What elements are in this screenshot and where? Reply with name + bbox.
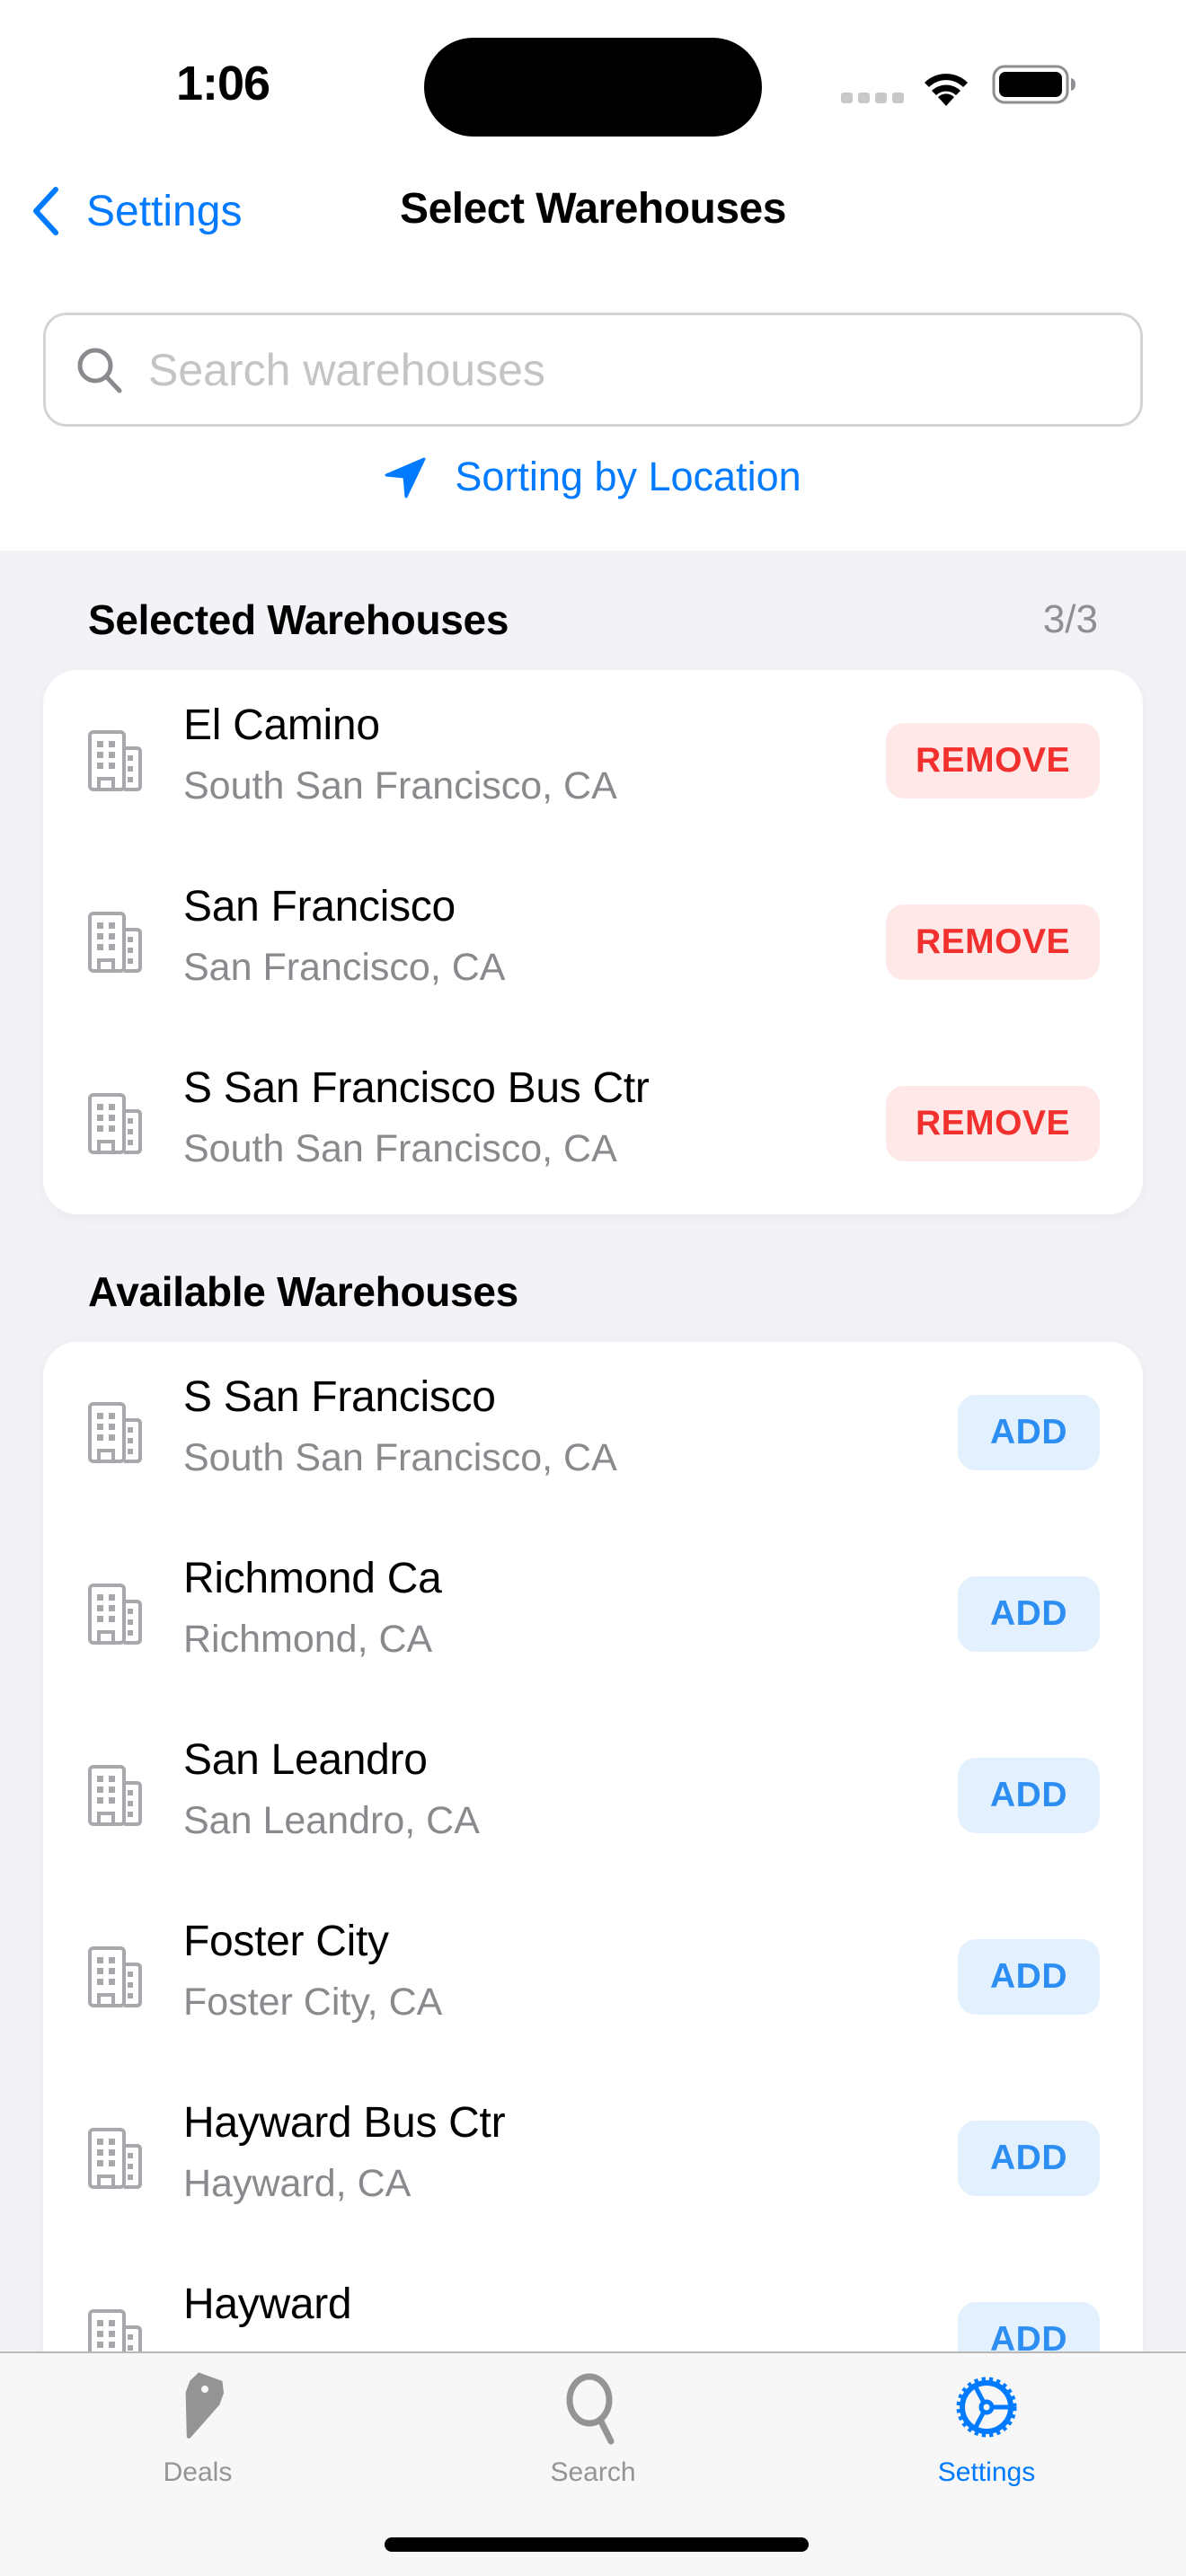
- remove-button[interactable]: REMOVE: [886, 723, 1100, 798]
- tab-label: Deals: [163, 2457, 233, 2487]
- search-field[interactable]: [43, 313, 1143, 427]
- add-button[interactable]: ADD: [958, 2302, 1100, 2351]
- gear-icon: [956, 2377, 1017, 2438]
- warehouse-name: Hayward: [183, 2280, 352, 2328]
- tab-deals[interactable]: Deals: [99, 2369, 296, 2488]
- remove-button[interactable]: REMOVE: [886, 904, 1100, 980]
- tab-search[interactable]: Search: [494, 2369, 692, 2488]
- home-indicator: [385, 2537, 809, 2552]
- warehouse-location: San Leandro, CA: [183, 1799, 480, 1842]
- available-warehouse-row: Foster City Foster City, CA ADD: [43, 1886, 1143, 2068]
- remove-button[interactable]: REMOVE: [886, 1086, 1100, 1161]
- warehouse-location: South San Francisco, CA: [183, 1436, 617, 1479]
- tab-label: Search: [550, 2457, 636, 2487]
- tab-label: Settings: [937, 2457, 1036, 2487]
- building-icon: [88, 730, 142, 791]
- add-button[interactable]: ADD: [958, 1576, 1100, 1652]
- search-icon: [77, 348, 122, 393]
- wifi-icon: [925, 74, 968, 106]
- add-button[interactable]: ADD: [958, 1395, 1100, 1470]
- warehouse-location: South San Francisco, CA: [183, 764, 617, 807]
- battery-icon: [992, 65, 1075, 104]
- selected-count: 3/3: [1042, 597, 1098, 641]
- warehouse-name: S San Francisco Bus Ctr: [183, 1064, 650, 1112]
- building-icon: [88, 1946, 142, 2007]
- warehouse-name: San Leandro: [183, 1736, 428, 1784]
- sort-label: Sorting by Location: [455, 454, 801, 499]
- warehouse-location: South San Francisco, CA: [183, 1127, 617, 1170]
- available-warehouse-row: Hayward ADD: [43, 2249, 1143, 2351]
- warehouse-location: San Francisco, CA: [183, 946, 506, 989]
- warehouse-name: Foster City: [183, 1918, 389, 1965]
- add-button[interactable]: ADD: [958, 1939, 1100, 2015]
- available-warehouse-row: Hayward Bus Ctr Hayward, CA ADD: [43, 2068, 1143, 2249]
- warehouse-name: San Francisco: [183, 883, 456, 931]
- available-warehouse-row: San Leandro San Leandro, CA ADD: [43, 1705, 1143, 1886]
- available-warehouse-row: Richmond Ca Richmond, CA ADD: [43, 1523, 1143, 1705]
- selected-warehouse-row: San Francisco San Francisco, CA REMOVE: [43, 851, 1143, 1033]
- available-warehouses-list: S San Francisco South San Francisco, CA …: [43, 1342, 1143, 2351]
- selected-warehouse-row: S San Francisco Bus Ctr South San Franci…: [43, 1033, 1143, 1214]
- search-icon: [566, 2373, 615, 2445]
- building-icon: [88, 1093, 142, 1154]
- status-time: 1:06: [176, 57, 270, 110]
- cellular-signal-icon: [841, 93, 904, 103]
- building-icon: [88, 1765, 142, 1826]
- warehouse-name: Hayward Bus Ctr: [183, 2099, 506, 2147]
- selected-warehouses-list: El Camino South San Francisco, CA REMOVE…: [43, 670, 1143, 1214]
- warehouse-location: Richmond, CA: [183, 1618, 433, 1661]
- sort-by-location-button[interactable]: Sorting by Location: [0, 454, 1186, 500]
- location-arrow-icon: [385, 457, 426, 498]
- warehouse-name: S San Francisco: [183, 1373, 496, 1421]
- building-icon: [88, 1402, 142, 1463]
- selected-section-header: Selected Warehouses: [88, 596, 509, 643]
- building-icon: [88, 1584, 142, 1645]
- add-button[interactable]: ADD: [958, 2121, 1100, 2196]
- building-icon: [88, 2309, 142, 2351]
- building-icon: [88, 2128, 142, 2189]
- page-title: Select Warehouses: [400, 185, 786, 233]
- tag-icon: [185, 2372, 225, 2439]
- selected-warehouse-row: El Camino South San Francisco, CA REMOVE: [43, 670, 1143, 851]
- available-section-header: Available Warehouses: [88, 1268, 518, 1315]
- warehouse-name: Richmond Ca: [183, 1555, 442, 1602]
- search-input[interactable]: [148, 343, 1119, 396]
- warehouse-name: El Camino: [183, 701, 380, 749]
- warehouse-location: Foster City, CA: [183, 1981, 443, 2024]
- add-button[interactable]: ADD: [958, 1758, 1100, 1833]
- dynamic-island: [424, 38, 762, 137]
- warehouse-location: Hayward, CA: [183, 2162, 412, 2205]
- tab-settings[interactable]: Settings: [888, 2369, 1085, 2488]
- tab-bar: Deals Search Settings: [0, 2351, 1186, 2576]
- available-warehouse-row: S San Francisco South San Francisco, CA …: [43, 1342, 1143, 1523]
- building-icon: [88, 912, 142, 973]
